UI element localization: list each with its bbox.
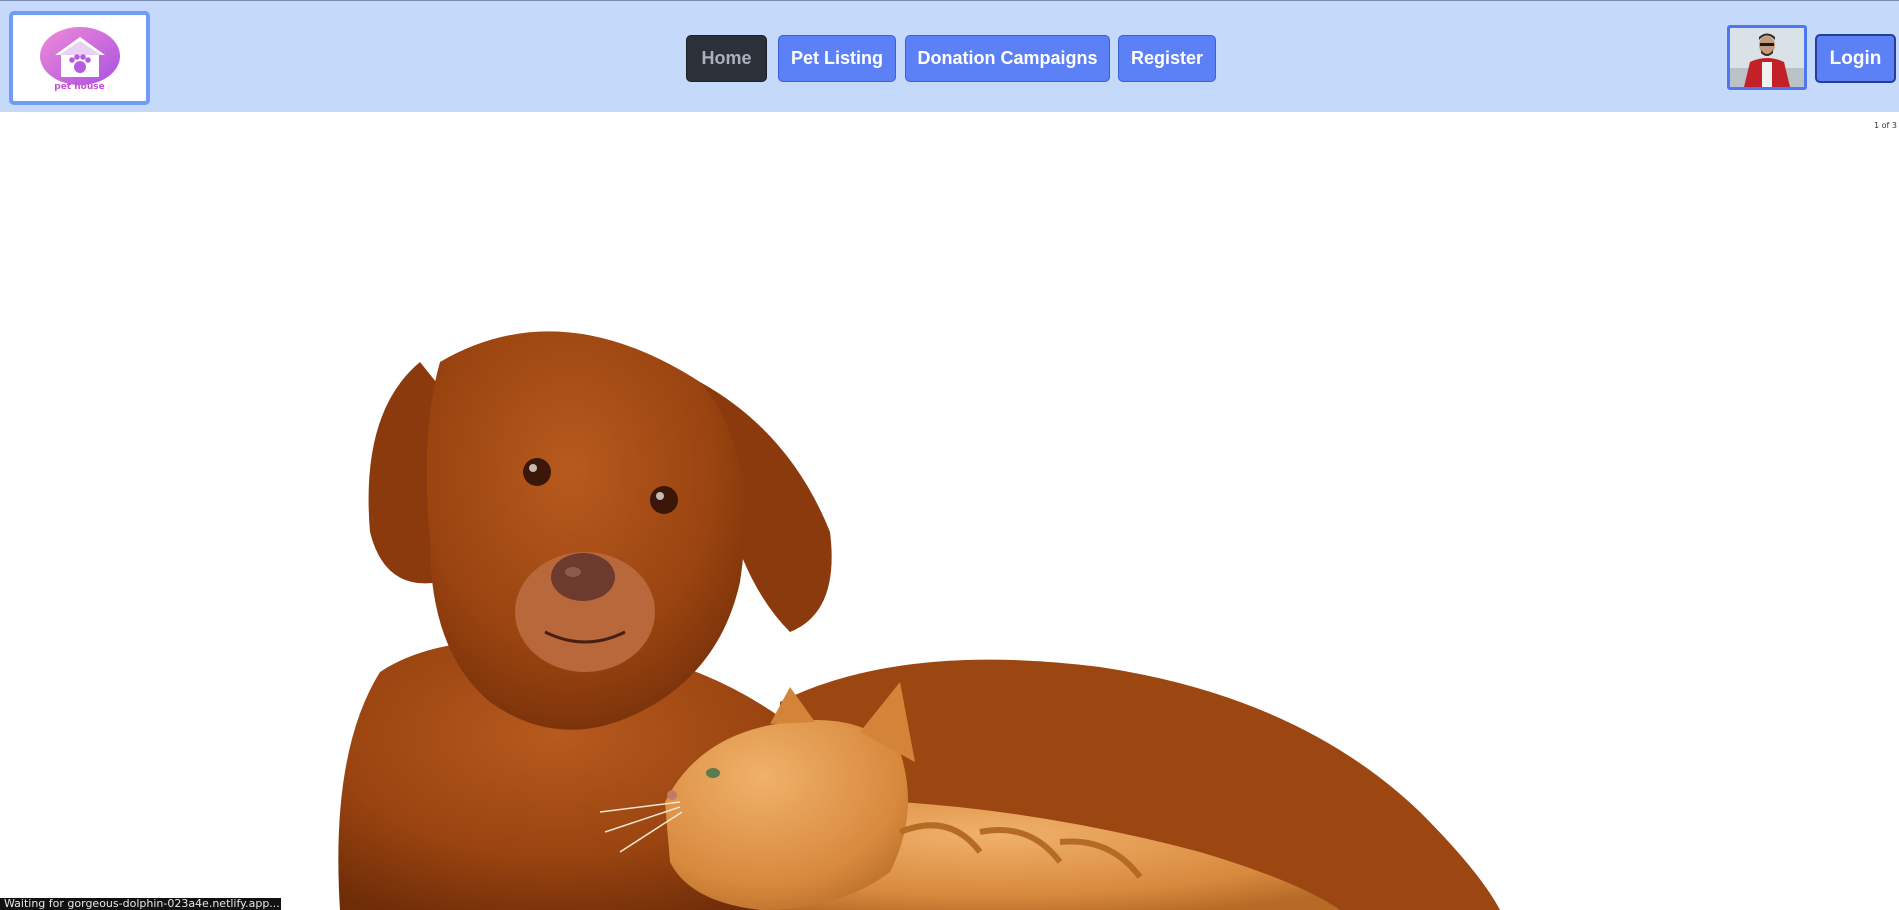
user-avatar[interactable] <box>1727 25 1807 90</box>
nav-register-button[interactable]: Register <box>1118 35 1216 82</box>
dog-and-cat-hero-image <box>338 331 1500 910</box>
nav-pet-listing-button[interactable]: Pet Listing <box>778 35 896 82</box>
browser-status-bar: Waiting for gorgeous-dolphin-023a4e.netl… <box>0 898 281 910</box>
user-avatar-icon <box>1730 28 1804 87</box>
hero-carousel-slide[interactable] <box>0 112 1899 910</box>
nav-donation-campaigns-button[interactable]: Donation Campaigns <box>905 35 1110 82</box>
logo-text: pet house <box>54 82 105 92</box>
login-button[interactable]: Login <box>1815 34 1896 83</box>
logo-link[interactable]: pet house <box>9 11 150 105</box>
navbar: pet house Home Pet Listing Donation Camp… <box>0 0 1899 112</box>
pet-house-logo-icon <box>40 27 120 85</box>
nav-home-button[interactable]: Home <box>686 35 767 82</box>
